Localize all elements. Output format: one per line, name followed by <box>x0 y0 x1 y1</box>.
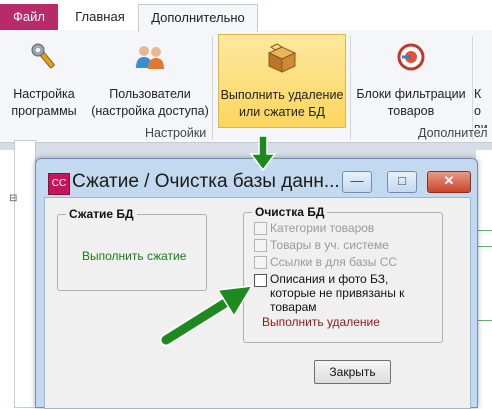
down-arrow-annotation <box>249 136 277 172</box>
checkbox-descriptions-photos[interactable]: Описания и фото БЗ, которые не привязаны… <box>254 272 434 314</box>
dialog-title: Сжатие / Очистка базы данн... <box>72 171 340 192</box>
users-button-label: Пользователи (настройка доступа) <box>91 87 209 118</box>
checkbox-label: Категории товаров <box>270 221 375 235</box>
ribbon-button-cut-label: Ко ви <box>474 87 488 128</box>
minimize-button[interactable]: — <box>342 171 372 193</box>
ribbon-separator <box>350 36 351 140</box>
minimize-icon: — <box>350 173 364 188</box>
checkbox-label: Товары в уч. системе <box>270 238 389 252</box>
run-delete-link[interactable]: Выполнить удаление <box>262 315 380 329</box>
settings-button[interactable]: Настройка программы <box>4 30 84 128</box>
group-label-settings: Настройки <box>145 126 207 140</box>
users-icon <box>133 40 167 74</box>
compact-database-button-label: Выполнить удаление или сжатие БД <box>220 88 344 119</box>
close-window-button[interactable]: ✕ <box>427 171 471 193</box>
settings-button-label: Настройка программы <box>11 87 77 118</box>
diagonal-arrow-annotation <box>160 285 254 347</box>
checkbox-box[interactable] <box>254 239 267 252</box>
tab-file[interactable]: Файл <box>0 4 58 30</box>
box-icon <box>265 41 299 75</box>
group-label-additional: Дополнител <box>418 126 488 140</box>
run-compress-link[interactable]: Выполнить сжатие <box>82 249 186 263</box>
ribbon-panel: Настройка программы Пользователи (настро… <box>0 30 492 143</box>
checkbox-label: Описания и фото БЗ, которые не привязаны… <box>270 272 405 314</box>
ribbon-button-cut[interactable]: Ко ви <box>474 30 492 128</box>
users-button[interactable]: Пользователи (настройка доступа) <box>86 30 214 128</box>
maximize-button[interactable]: □ <box>387 171 417 193</box>
checkbox-box[interactable] <box>254 222 267 235</box>
maximize-icon: □ <box>398 173 406 188</box>
tab-home[interactable]: Главная <box>66 4 134 30</box>
filter-blocks-button-label: Блоки фильтрации товаров <box>356 87 466 118</box>
cleanup-group: Очистка БД Категории товаров Товары в уч… <box>243 205 443 343</box>
ribbon-separator <box>212 36 213 140</box>
expand-icon[interactable]: ⊟ <box>9 193 17 204</box>
tab-additional[interactable]: Дополнительно <box>138 4 258 32</box>
workspace-tree-strip: ⊟ <box>9 140 36 408</box>
filter-blocks-button[interactable]: Блоки фильтрации товаров <box>352 30 470 128</box>
cleanup-group-label: Очистка БД <box>252 205 328 219</box>
compress-group-label: Сжатие БД <box>66 207 137 221</box>
close-icon: ✕ <box>443 173 455 188</box>
wrench-icon <box>27 40 61 74</box>
filter-block-icon <box>394 40 428 74</box>
workspace-right-panel <box>476 150 492 406</box>
ribbon-tabbar: Файл Главная Дополнительно <box>0 0 492 32</box>
checkbox-label: Ссылки в для базы СС <box>270 255 398 269</box>
compact-database-button[interactable]: Выполнить удаление или сжатие БД <box>218 34 346 128</box>
app-icon: CC <box>48 173 70 195</box>
checkbox-box[interactable] <box>254 256 267 269</box>
ribbon-separator <box>472 36 473 140</box>
close-button[interactable]: Закрыть <box>314 360 391 384</box>
